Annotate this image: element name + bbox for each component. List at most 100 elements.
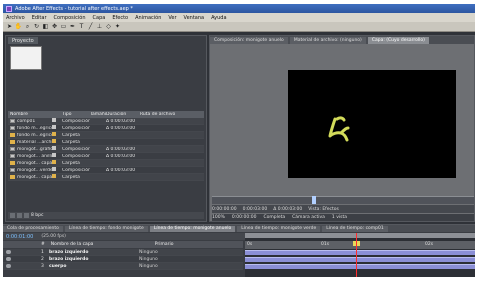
eye-visibility-icon[interactable] <box>6 257 11 261</box>
project-item[interactable]: fondo m...egrico Carpeta <box>8 132 204 139</box>
viewer-timeline-ruler[interactable] <box>212 196 474 204</box>
layer-parent-dropdown[interactable]: Ninguno <box>139 250 179 255</box>
composition-viewer: Composición: monigote anuelo Material de… <box>209 35 475 222</box>
label-color-swatch[interactable] <box>52 160 56 164</box>
timeline-tabs: Cola de procesamiento Línea de tiempo: f… <box>3 225 475 232</box>
composition-canvas[interactable] <box>288 70 456 178</box>
camera-tool-icon[interactable]: ◧ <box>42 23 49 30</box>
selection-tool-icon[interactable]: ➤ <box>6 23 13 30</box>
menu-ver[interactable]: Ver <box>168 15 176 21</box>
menu-efecto[interactable]: Efecto <box>112 15 128 21</box>
timeline-layer-row[interactable]: 1 brazo izquierdo Ninguno <box>3 249 243 256</box>
playhead-line[interactable] <box>356 233 357 277</box>
eye-visibility-icon[interactable] <box>6 264 11 268</box>
col-layer-name[interactable]: Nombre de la capa <box>51 242 111 247</box>
eye-visibility-icon[interactable] <box>6 250 11 254</box>
label-color-swatch[interactable] <box>52 146 56 150</box>
layer-parent-dropdown[interactable]: Ninguno <box>139 257 179 262</box>
label-color-swatch[interactable] <box>52 132 56 136</box>
zoom-dropdown[interactable]: 100% <box>212 215 225 220</box>
menu-animacion[interactable]: Animación <box>135 15 161 21</box>
tab-render-queue[interactable]: Cola de procesamiento <box>3 225 63 232</box>
menu-composicion[interactable]: Composición <box>54 15 86 21</box>
duration[interactable]: Δ 0:00:03:00 <box>273 207 302 212</box>
time-ruler[interactable]: 0s 01s 02s <box>245 241 475 249</box>
out-point[interactable]: 0:00:03:00 <box>243 207 268 212</box>
timeline-graph[interactable]: 0s 01s 02s <box>245 233 475 277</box>
layer-name[interactable]: brazo izquierdo <box>49 250 99 255</box>
timecode-display[interactable]: 0:00:01:00 <box>6 234 33 240</box>
project-item[interactable]: material ...archivo Carpeta <box>8 139 204 146</box>
layer-bar-3[interactable] <box>245 264 475 269</box>
menu-capa[interactable]: Capa <box>93 15 106 21</box>
tab-timeline-anuelo[interactable]: Línea de tiempo: monigote anuelo <box>149 225 236 232</box>
clone-tool-icon[interactable]: ⊥ <box>96 23 103 30</box>
col-ruta[interactable]: Ruta de archivo <box>140 112 200 117</box>
viewer-tab-footage[interactable]: Material de archivo: (ninguno) <box>289 36 366 44</box>
col-parent[interactable]: Primario <box>155 242 174 247</box>
col-tipo[interactable]: Tipo <box>62 112 90 117</box>
tab-timeline-verde[interactable]: Línea de tiempo: monigote verde <box>237 225 321 232</box>
rotate-tool-icon[interactable]: ↻ <box>33 23 40 30</box>
layer-bar-1[interactable] <box>245 250 475 255</box>
layer-name[interactable]: cuerpo <box>49 264 99 269</box>
project-item[interactable]: monigot...verde Composición Δ 0:00:03:00 <box>8 167 204 174</box>
label-color-swatch[interactable] <box>52 167 56 171</box>
label-color-swatch[interactable] <box>52 125 56 129</box>
project-item[interactable]: monigot... capas Carpeta <box>8 160 204 167</box>
col-tamano[interactable]: Tamaño <box>90 112 106 117</box>
zoom-tool-icon[interactable]: ⌕ <box>24 23 31 30</box>
interpret-footage-icon[interactable] <box>10 213 15 218</box>
layer-bar-2[interactable] <box>245 257 475 262</box>
pan-behind-tool-icon[interactable]: ✥ <box>51 23 58 30</box>
layer-parent-dropdown[interactable]: Ninguno <box>139 264 179 269</box>
menu-editar[interactable]: Editar <box>32 15 47 21</box>
menu-ayuda[interactable]: Ayuda <box>211 15 226 21</box>
menu-ventana[interactable]: Ventana <box>184 15 205 21</box>
project-item[interactable]: monigot...grafica Composición Δ 0:00:03:00 <box>8 146 204 153</box>
bit-depth-label[interactable]: 8 bpc <box>31 213 43 218</box>
project-item-name: monigot... capas <box>17 174 52 180</box>
layer-name[interactable]: brazo izquierdo <box>49 257 99 262</box>
new-composition-icon[interactable] <box>24 213 29 218</box>
menu-archivo[interactable]: Archivo <box>6 15 25 21</box>
timeline-layer-row[interactable]: 3 cuerpo Ninguno <box>3 263 243 270</box>
folder-icon <box>10 175 15 179</box>
label-color-swatch[interactable] <box>52 139 56 143</box>
tab-timeline-fondo[interactable]: Línea de tiempo: fondo monigote <box>64 225 148 232</box>
layer-number: 1 <box>41 249 44 255</box>
project-item[interactable]: fondo m...egrico Composición Δ 0:00:03:00 <box>8 125 204 132</box>
project-item-type: Carpeta <box>62 132 80 138</box>
col-duracion[interactable]: Duración <box>106 112 140 117</box>
viewer-tab-composition[interactable]: Composición: monigote anuelo <box>210 36 288 44</box>
view-dropdown[interactable]: Vista: Efectos <box>308 207 339 212</box>
project-item[interactable]: monigot... anillo Composición Δ 0:00:03:00 <box>8 153 204 160</box>
project-item[interactable]: comp01 Composición Δ 0:00:03:00 <box>8 118 204 125</box>
col-nombre[interactable]: Nombre <box>8 112 52 117</box>
current-time[interactable]: 0:00:00:00 <box>232 215 257 220</box>
tab-timeline-comp01[interactable]: Línea de tiempo: comp01 <box>322 225 388 232</box>
hand-tool-icon[interactable]: ✋ <box>15 23 22 30</box>
rectangle-tool-icon[interactable]: ▭ <box>60 23 67 30</box>
label-color-swatch[interactable] <box>52 118 56 122</box>
brush-tool-icon[interactable]: ╱ <box>87 23 94 30</box>
timeline-layer-row[interactable]: 2 brazo izquierdo Ninguno <box>3 256 243 263</box>
in-point[interactable]: 0:00:00:00 <box>212 207 237 212</box>
puppet-tool-icon[interactable]: ✦ <box>114 23 121 30</box>
eraser-tool-icon[interactable]: ◇ <box>105 23 112 30</box>
label-color-swatch[interactable] <box>52 174 56 178</box>
project-tab[interactable]: Proyecto <box>8 37 38 44</box>
project-item[interactable]: monigot... capas Carpeta <box>8 174 204 181</box>
camera-dropdown[interactable]: Cámara activa <box>292 215 325 220</box>
views-dropdown[interactable]: 1 vista <box>332 215 347 220</box>
viewer-time-handle[interactable] <box>312 196 316 204</box>
pen-tool-icon[interactable]: ✒ <box>69 23 76 30</box>
tools-toolbar: ➤ ✋ ⌕ ↻ ◧ ✥ ▭ ✒ T ╱ ⊥ ◇ ✦ <box>3 22 475 32</box>
resolution-dropdown[interactable]: Completa <box>263 215 285 220</box>
label-color-swatch[interactable] <box>52 153 56 157</box>
text-tool-icon[interactable]: T <box>78 23 85 30</box>
new-folder-icon[interactable] <box>17 213 22 218</box>
viewer-tab-layer[interactable]: Capa: (Cuyo desarrollo) <box>367 36 429 44</box>
work-area-bar[interactable] <box>245 233 475 238</box>
composition-icon <box>10 154 15 158</box>
